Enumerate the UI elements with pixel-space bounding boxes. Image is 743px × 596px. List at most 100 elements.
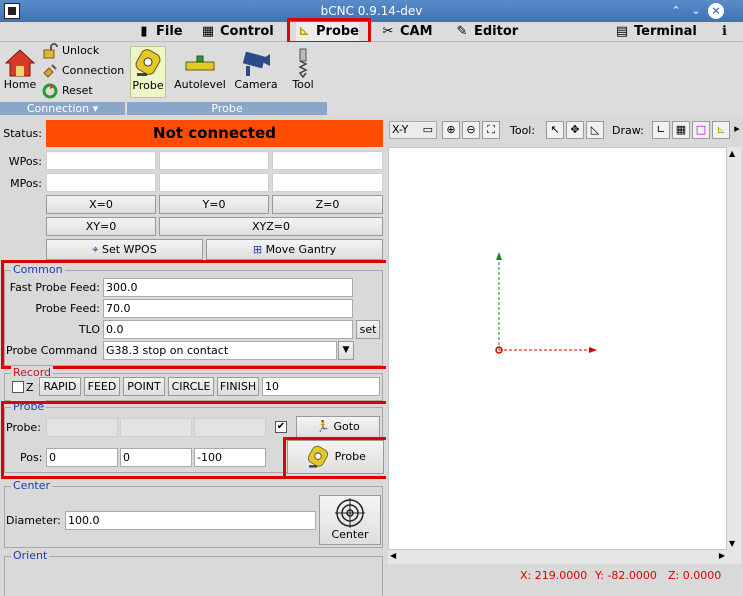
move-gantry-button[interactable]: ⊞ Move Gantry: [206, 239, 383, 260]
menu-probe[interactable]: ⊾ Probe: [296, 22, 359, 42]
probe-feed-input[interactable]: 70.0: [103, 299, 353, 318]
menu-cam[interactable]: ✂ CAM: [380, 22, 433, 42]
menu-editor[interactable]: ✎ Editor: [454, 22, 519, 42]
probe-command-select[interactable]: G38.3 stop on contact: [103, 341, 337, 360]
probe-pos-x[interactable]: 0: [46, 448, 118, 467]
probe-frame-title: Probe: [11, 400, 47, 413]
coord-z: Z: 0.0000: [668, 569, 722, 582]
probe-run-button[interactable]: Probe: [287, 440, 384, 474]
probe-group-label: Probe: [127, 102, 327, 115]
home-icon: [4, 49, 36, 77]
record-finish-button[interactable]: FINISH: [217, 377, 259, 396]
probe-command-dropdown[interactable]: ▼: [338, 341, 354, 360]
ruler-icon[interactable]: ◺: [586, 121, 604, 139]
status-badge: Not connected: [46, 120, 383, 147]
view-select[interactable]: X-Y ▭: [389, 121, 437, 139]
scroll-left-icon[interactable]: ◀: [390, 551, 396, 560]
probe-result-label: Probe:: [6, 421, 41, 434]
mpos-z: [272, 173, 383, 192]
origin-axes: [495, 252, 597, 354]
orient-title: Orient: [11, 549, 50, 562]
probe-draw-icon[interactable]: ⊾: [712, 121, 730, 139]
zoom-out-icon[interactable]: ⊖: [462, 121, 480, 139]
view-select-label: X-Y: [392, 123, 409, 136]
menu-terminal[interactable]: ▤ Terminal: [614, 22, 697, 42]
record-rapid-button[interactable]: RAPID: [39, 377, 81, 396]
camera-icon: [242, 51, 270, 76]
menu-file-label: File: [156, 24, 183, 39]
fast-probe-feed-input[interactable]: 300.0: [103, 278, 353, 297]
home-button[interactable]: Home: [2, 48, 38, 91]
margin-icon[interactable]: □: [692, 121, 710, 139]
tool-label: Tool: [292, 78, 314, 91]
gcode-canvas[interactable]: [388, 147, 727, 550]
pan-icon[interactable]: ✥: [566, 121, 584, 139]
zero-xyz-button[interactable]: XYZ=0: [159, 217, 383, 236]
unlock-label: Unlock: [62, 44, 100, 57]
axes-icon[interactable]: ∟: [652, 121, 670, 139]
right-panel: X-Y ▭ ⊕ ⊖ ⛶ Tool: ↖ ✥ ◺ Draw: ∟ ▦ □ ⊾ ▸ …: [386, 115, 743, 591]
zoom-in-icon[interactable]: ⊕: [442, 121, 460, 139]
close-icon[interactable]: ×: [708, 3, 724, 19]
menu-probe-label: Probe: [316, 24, 359, 39]
maximize-icon[interactable]: ⌄: [688, 3, 704, 19]
minimize-icon[interactable]: ⌃: [668, 3, 684, 19]
terminal-icon: ▤: [615, 24, 629, 39]
camera-button[interactable]: Camera: [234, 48, 278, 91]
record-value-input[interactable]: 10: [262, 377, 380, 396]
unlock-button[interactable]: Unlock: [42, 42, 99, 60]
record-circle-button[interactable]: CIRCLE: [168, 377, 214, 396]
set-wpos-button[interactable]: ⌖ Set WPOS: [46, 239, 203, 260]
camera-label: Camera: [234, 78, 278, 91]
draw-toolbar-label: Draw:: [612, 124, 644, 137]
center-title: Center: [11, 479, 53, 492]
move-gantry-icon: ⊞: [252, 243, 263, 256]
center-button[interactable]: Center: [319, 495, 381, 545]
connection-button[interactable]: Connection: [42, 62, 124, 80]
scroll-up-icon[interactable]: ▲: [729, 149, 735, 158]
probe-pos-y[interactable]: 0: [120, 448, 192, 467]
vertical-scrollbar[interactable]: ▲ ▼: [727, 147, 741, 550]
zero-x-button[interactable]: X=0: [46, 195, 156, 214]
autolevel-button[interactable]: Autolevel: [174, 48, 226, 91]
menu-file[interactable]: ▮ File: [136, 22, 183, 42]
tlo-input[interactable]: 0.0: [103, 320, 353, 339]
tape-measure-icon: [308, 445, 329, 468]
scroll-right-icon[interactable]: ▶: [719, 551, 725, 560]
wpos-y: [159, 151, 269, 170]
zero-y-button[interactable]: Y=0: [159, 195, 269, 214]
probe-auto-goto-checkbox[interactable]: ✔: [275, 421, 287, 433]
control-icon: ▦: [201, 24, 215, 39]
diameter-input[interactable]: 100.0: [65, 511, 316, 530]
scroll-down-icon[interactable]: ▼: [729, 539, 735, 548]
goto-button[interactable]: 🏃 Goto: [296, 416, 380, 438]
connection-group-label[interactable]: Connection ▾: [0, 102, 125, 115]
reset-button[interactable]: Reset: [42, 82, 93, 100]
connection-icon: [43, 64, 57, 78]
probe-pos-z[interactable]: -100: [194, 448, 266, 467]
zero-z-button[interactable]: Z=0: [272, 195, 383, 214]
grid-icon[interactable]: ▦: [672, 121, 690, 139]
autolevel-label: Autolevel: [174, 78, 226, 91]
wpos-x: [46, 151, 156, 170]
file-icon: ▮: [140, 24, 148, 39]
tlo-set-button[interactable]: set: [356, 320, 380, 339]
menu-control[interactable]: ▦ Control: [200, 22, 274, 42]
probe-result-x: [46, 418, 118, 437]
zero-xy-button[interactable]: XY=0: [46, 217, 156, 236]
select-arrow-icon[interactable]: ↖: [546, 121, 564, 139]
center-label: Center: [331, 528, 369, 541]
probe-feed-label: Probe Feed:: [35, 302, 100, 315]
ribbon-probe-button[interactable]: Probe: [130, 46, 166, 98]
tool-button[interactable]: Tool: [288, 48, 318, 91]
record-feed-button[interactable]: FEED: [84, 377, 120, 396]
record-z-checkbox[interactable]: [12, 381, 24, 393]
horizontal-scrollbar[interactable]: ◀ ▶: [388, 550, 741, 564]
zoom-fit-icon[interactable]: ⛶: [482, 121, 500, 139]
autolevel-icon: [185, 55, 215, 71]
chevron-down-icon: ▾: [92, 102, 99, 115]
toolbar-more-icon[interactable]: ▸: [732, 121, 742, 139]
record-point-button[interactable]: POINT: [123, 377, 165, 396]
tool-toolbar-label: Tool:: [510, 124, 536, 137]
info-button[interactable]: ℹ: [718, 22, 727, 42]
